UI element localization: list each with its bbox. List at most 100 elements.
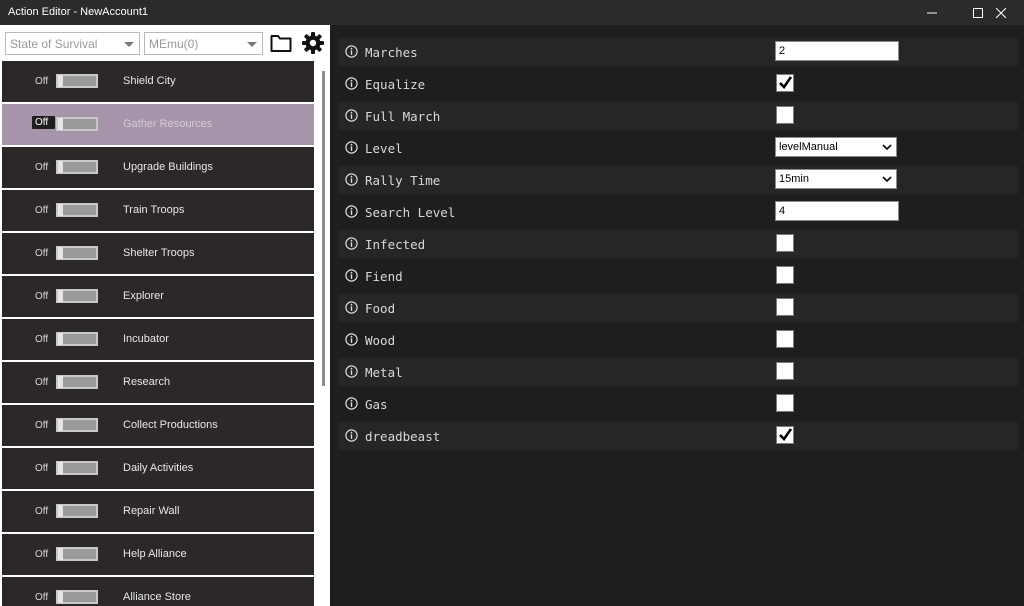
action-item[interactable]: Off Help Alliance	[2, 534, 314, 575]
property-label: Search Level	[365, 205, 456, 220]
full-march-checkbox[interactable]	[776, 106, 794, 124]
toggle-switch[interactable]	[56, 74, 98, 88]
action-label: Help Alliance	[123, 548, 187, 560]
gear-icon[interactable]	[301, 31, 325, 55]
equalize-checkbox[interactable]	[776, 74, 794, 92]
fiend-checkbox[interactable]	[776, 266, 794, 284]
toggle-switch[interactable]	[56, 418, 98, 432]
infected-checkbox[interactable]	[776, 234, 794, 252]
toggle-state-label: Off	[32, 116, 55, 129]
toggle-switch[interactable]	[56, 332, 98, 346]
toggle-switch[interactable]	[56, 375, 98, 389]
metal-checkbox[interactable]	[776, 362, 794, 380]
action-label: Shelter Troops	[123, 247, 195, 259]
toggle-switch[interactable]	[56, 547, 98, 561]
action-label: Upgrade Buildings	[123, 161, 213, 173]
food-checkbox[interactable]	[776, 298, 794, 316]
action-item[interactable]: Off Alliance Store	[2, 577, 314, 606]
action-item[interactable]: Off Train Troops	[2, 190, 314, 231]
property-row-search-level: Search Level 4	[338, 198, 1018, 226]
emulator-select[interactable]: MEmu(0)	[144, 32, 263, 55]
info-icon[interactable]	[345, 333, 358, 346]
toggle-state-label: Off	[35, 592, 49, 603]
toggle-switch[interactable]	[56, 117, 98, 131]
info-icon[interactable]	[345, 429, 358, 442]
toggle-state-label: Off	[35, 549, 49, 560]
property-row-wood: Wood	[338, 326, 1018, 354]
gas-checkbox[interactable]	[776, 394, 794, 412]
toggle-switch[interactable]	[56, 203, 98, 217]
action-item[interactable]: Off Repair Wall	[2, 491, 314, 532]
toggle-switch[interactable]	[56, 160, 98, 174]
checkmark-icon	[779, 428, 793, 442]
level-select[interactable]: levelManual	[775, 137, 897, 157]
dreadbeast-checkbox[interactable]	[776, 426, 794, 444]
toggle-knob	[58, 419, 63, 431]
toggle-switch[interactable]	[56, 246, 98, 260]
emulator-select-value: MEmu(0)	[149, 37, 199, 51]
toggle-state-label: Off	[35, 463, 49, 474]
action-item[interactable]: Off Incubator	[2, 319, 314, 360]
info-icon[interactable]	[345, 77, 358, 90]
info-icon[interactable]	[345, 237, 358, 250]
toggle-knob	[58, 462, 63, 474]
action-label: Repair Wall	[123, 505, 180, 517]
action-item[interactable]: Off Explorer	[2, 276, 314, 317]
property-row-rally-time: Rally Time 15min	[338, 166, 1018, 194]
window-title: Action Editor - NewAccount1	[8, 6, 149, 18]
game-select[interactable]: State of Survival	[5, 32, 140, 55]
toggle-knob	[58, 118, 63, 130]
minimize-icon	[927, 12, 937, 13]
minimize-button[interactable]	[909, 0, 955, 25]
action-list: Off Shield City Off Gather Resources Off…	[0, 61, 318, 606]
search-level-input[interactable]: 4	[775, 201, 899, 221]
action-item[interactable]: Off Daily Activities	[2, 448, 314, 489]
toggle-switch[interactable]	[56, 590, 98, 604]
info-icon[interactable]	[345, 205, 358, 218]
action-label: Train Troops	[123, 204, 185, 216]
action-item[interactable]: Off Shelter Troops	[2, 233, 314, 274]
action-item[interactable]: Off Research	[2, 362, 314, 403]
toggle-switch[interactable]	[56, 504, 98, 518]
toggle-state-label: Off	[35, 506, 49, 517]
left-panel: State of Survival MEmu(0) Off Shield Cit…	[0, 25, 330, 606]
property-row-food: Food	[338, 294, 1018, 322]
info-icon[interactable]	[345, 141, 358, 154]
info-icon[interactable]	[345, 45, 358, 58]
chevron-down-icon	[882, 176, 892, 183]
toggle-state-label: Off	[35, 248, 49, 259]
property-label: Wood	[365, 333, 396, 348]
wood-checkbox[interactable]	[776, 330, 794, 348]
marches-input[interactable]: 2	[775, 41, 899, 61]
property-row-full-march: Full March	[338, 102, 1018, 130]
property-label: Fiend	[365, 269, 403, 284]
action-item[interactable]: Off Collect Productions	[2, 405, 314, 446]
info-icon[interactable]	[345, 365, 358, 378]
title-bar: Action Editor - NewAccount1	[0, 0, 1024, 25]
properties-panel: Marches 2 Equalize Full March Level leve…	[330, 25, 1024, 606]
info-icon[interactable]	[345, 109, 358, 122]
action-label: Collect Productions	[123, 419, 218, 431]
action-item[interactable]: Off Shield City	[2, 61, 314, 102]
rally-time-select[interactable]: 15min	[775, 169, 897, 189]
folder-icon[interactable]	[270, 33, 292, 53]
toggle-switch[interactable]	[56, 289, 98, 303]
property-label: Metal	[365, 365, 403, 380]
property-label: Full March	[365, 109, 441, 124]
action-list-scrollbar[interactable]	[318, 61, 330, 606]
checkmark-icon	[779, 76, 793, 90]
action-item-selected[interactable]: Off Gather Resources	[2, 104, 314, 145]
property-label: Food	[365, 301, 396, 316]
close-button[interactable]	[978, 0, 1024, 25]
action-item[interactable]: Off Upgrade Buildings	[2, 147, 314, 188]
toggle-switch[interactable]	[56, 461, 98, 475]
rally-time-select-value: 15min	[779, 173, 809, 185]
toggle-knob	[58, 333, 63, 345]
property-label: Equalize	[365, 77, 426, 92]
info-icon[interactable]	[345, 173, 358, 186]
info-icon[interactable]	[345, 269, 358, 282]
info-icon[interactable]	[345, 397, 358, 410]
scrollbar-thumb[interactable]	[322, 71, 325, 386]
info-icon[interactable]	[345, 301, 358, 314]
property-row-equalize: Equalize	[338, 70, 1018, 98]
